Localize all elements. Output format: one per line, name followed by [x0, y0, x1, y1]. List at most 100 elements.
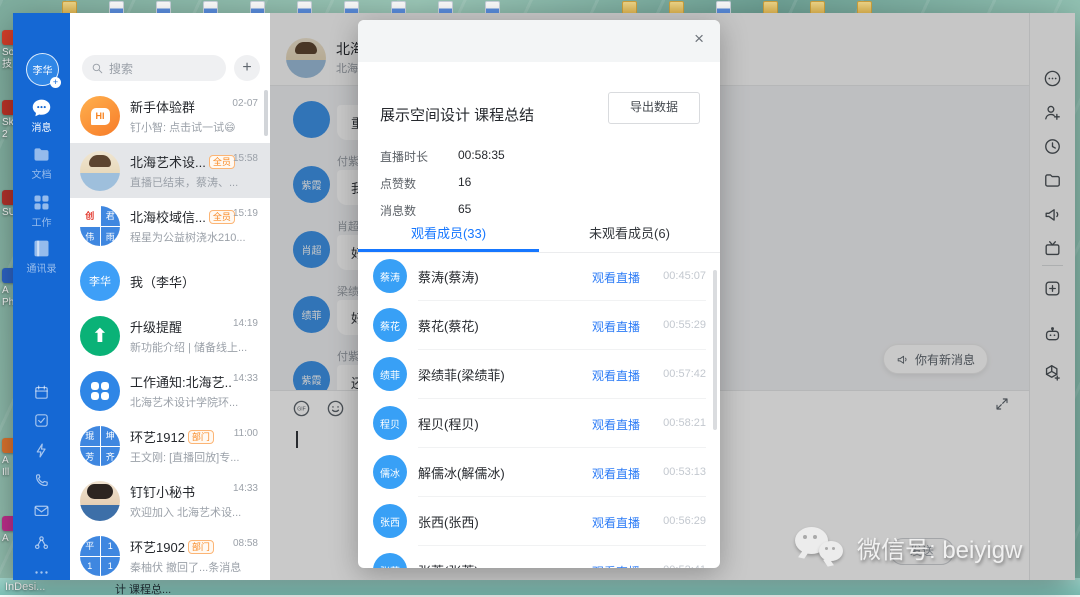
chat-preview: 王文刚: [直播回放]专... — [130, 449, 258, 465]
sidebar-item-contacts[interactable]: 通讯录 — [13, 238, 70, 276]
live-summary-dialog: × 展示空间设计 课程总结 导出数据 直播时长00:58:35 点赞数16 消息数 6… — [358, 20, 720, 568]
watermark: 微信号: beiyigw — [795, 517, 1065, 577]
chat-timestamp: 14:33 — [233, 483, 258, 494]
member-name: 张西(张西) — [418, 512, 479, 531]
chat-list-item[interactable]: 创君伟雨北海校域信...全员15:19程星为公益树浇水210... — [70, 198, 270, 253]
member-avatar: 儒冰 — [373, 455, 407, 489]
member-name: 梁绩菲(梁绩菲) — [418, 365, 505, 384]
tab-unwatched[interactable]: 未观看成员(6) — [539, 222, 720, 246]
chat-avatar: 李华 — [80, 261, 120, 301]
chat-list-item[interactable]: HI新手体验群02-07钉小智: 点击试一试😄 — [70, 88, 270, 143]
tab-watched[interactable]: 观看成员(33) — [358, 222, 539, 246]
chat-list-panel: 搜索 + HI新手体验群02-07钉小智: 点击试一试😄北海艺术设...全员15… — [70, 13, 270, 580]
member-avatar: 蔡涛 — [373, 259, 407, 293]
member-row: 蔡涛蔡涛(蔡涛) 观看直播 00:45:07 — [358, 252, 720, 301]
chat-list-item[interactable]: 琨坤芳齐环艺1912部门11:00王文刚: [直播回放]专... — [70, 418, 270, 473]
member-name: 蔡涛(蔡涛) — [418, 267, 479, 286]
chat-list-scrollbar[interactable] — [264, 90, 268, 136]
watch-duration: 00:55:29 — [663, 319, 706, 331]
sidebar-item-work[interactable]: 工作 — [13, 192, 70, 230]
chat-list-item[interactable]: 李华我（李华） — [70, 253, 270, 308]
new-chat-button[interactable]: + — [234, 55, 260, 81]
tasks-icon[interactable] — [33, 412, 50, 429]
chat-timestamp: 15:58 — [233, 153, 258, 164]
watch-duration: 00:58:21 — [663, 417, 706, 429]
watch-duration: 00:53:13 — [663, 466, 706, 478]
member-name: 张萱(张萱) — [418, 561, 479, 568]
stat-value: 65 — [458, 202, 471, 216]
chat-list-item[interactable]: 钉钉小秘书 14:33 欢迎加入 北海艺术设... — [70, 473, 270, 528]
chat-avatar: 琨坤芳齐 — [80, 426, 120, 466]
chat-title: 升级提醒 — [130, 317, 182, 336]
chat-list-item[interactable]: ⬆升级提醒14:19新功能介绍 | 储备线上... — [70, 308, 270, 363]
stat-row: 消息数 65 — [380, 202, 680, 220]
dialog-title: 展示空间设计 课程总结 — [380, 104, 534, 125]
app-sidebar: 李华 + 消息文档工作通讯录 — [13, 13, 70, 580]
chat-timestamp: 14:33 — [233, 373, 258, 384]
chat-preview: 秦柚伏 撤回了...条消息 — [130, 559, 258, 575]
search-icon — [91, 62, 104, 75]
contacts-icon — [31, 238, 52, 259]
chat-avatar: ⬆ — [80, 316, 120, 356]
watch-replay-link[interactable]: 观看直播 — [592, 465, 640, 482]
member-avatar: 蔡花 — [373, 308, 407, 342]
member-list: 蔡涛蔡涛(蔡涛)观看直播00:45:07蔡花蔡花(蔡花)观看直播00:55:29… — [358, 252, 720, 568]
docs-icon — [31, 144, 52, 165]
chat-preview: 钉小智: 点击试一试😄 — [130, 119, 258, 135]
chat-avatar: 创君伟雨 — [80, 206, 120, 246]
chat-preview: 北海艺术设计学院环... — [130, 394, 258, 410]
user-avatar[interactable]: 李华 + — [26, 53, 59, 86]
chat-preview: 程星为公益树浇水210... — [130, 229, 258, 245]
chat-preview: 新功能介绍 | 储备线上... — [130, 339, 258, 355]
member-row: 张西张西(张西)观看直播00:56:29 — [358, 497, 720, 546]
member-list-scrollbar[interactable] — [713, 270, 717, 430]
chat-timestamp: 02-07 — [232, 98, 258, 109]
sidebar-item-label: 工作 — [13, 218, 70, 230]
member-avatar: 张萱 — [373, 553, 407, 568]
chat-list-item[interactable]: 平111环艺1902部门08:58秦柚伏 撤回了...条消息 — [70, 528, 270, 580]
watch-replay-link[interactable]: 观看直播 — [592, 367, 640, 384]
chat-list-items: HI新手体验群02-07钉小智: 点击试一试😄北海艺术设...全员15:58直播… — [70, 88, 270, 580]
chat-title: 北海艺术设... — [130, 152, 206, 171]
group-type-badge: 部门 — [188, 540, 214, 554]
chat-title: 北海校域信... — [130, 207, 206, 226]
chat-title: 新手体验群 — [130, 97, 195, 116]
export-data-button[interactable]: 导出数据 — [608, 92, 700, 124]
stat-row: 直播时长00:58:35 — [380, 148, 680, 166]
watch-replay-link[interactable]: 观看直播 — [592, 269, 640, 286]
stat-row: 点赞数16 — [380, 175, 680, 193]
nodes-icon[interactable] — [33, 534, 50, 551]
chat-list-item[interactable]: 北海艺术设...全员15:58直播已结束，蔡涛、... — [70, 143, 270, 198]
watch-replay-link[interactable]: 观看直播 — [592, 563, 640, 568]
chat-title: 环艺1912 — [130, 427, 185, 446]
watch-duration: 00:56:29 — [663, 515, 706, 527]
sidebar-item-label: 文档 — [13, 170, 70, 182]
phone-icon[interactable] — [33, 472, 50, 489]
chat-avatar — [80, 481, 120, 521]
chat-title: 钉钉小秘书 — [130, 482, 195, 501]
chat-title: 工作通知:北海艺... — [130, 372, 232, 391]
stat-label: 点赞数 — [380, 175, 416, 192]
dialog-close-button[interactable]: × — [694, 29, 704, 49]
stat-label: 消息数 — [380, 202, 416, 219]
watermark-text: 微信号: beiyigw — [857, 530, 1022, 565]
chat-list-item[interactable]: 工作通知:北海艺...14:33 北海艺术设计学院环... — [70, 363, 270, 418]
chat-title: 环艺1902 — [130, 537, 185, 556]
mail-icon[interactable] — [33, 502, 50, 519]
watch-replay-link[interactable]: 观看直播 — [592, 416, 640, 433]
watch-duration: 00:52:41 — [663, 564, 706, 568]
watch-duration: 00:45:07 — [663, 270, 706, 282]
calendar-icon[interactable] — [33, 384, 50, 401]
chat-avatar — [80, 151, 120, 191]
sidebar-item-chat[interactable]: 消息 — [13, 97, 70, 135]
search-input[interactable]: 搜索 — [82, 55, 226, 81]
member-row: 儒冰解儒冰(解儒冰)观看直播00:53:13 — [358, 448, 720, 497]
watch-replay-link[interactable]: 观看直播 — [592, 514, 640, 531]
dots-icon[interactable] — [33, 564, 50, 580]
member-row: 蔡花蔡花(蔡花)观看直播00:55:29 — [358, 301, 720, 350]
chat-preview: 欢迎加入 北海艺术设... — [130, 504, 258, 520]
chat-icon — [31, 97, 52, 118]
watch-replay-link[interactable]: 观看直播 — [592, 318, 640, 335]
bolt-icon[interactable] — [33, 442, 50, 459]
sidebar-item-docs[interactable]: 文档 — [13, 144, 70, 182]
